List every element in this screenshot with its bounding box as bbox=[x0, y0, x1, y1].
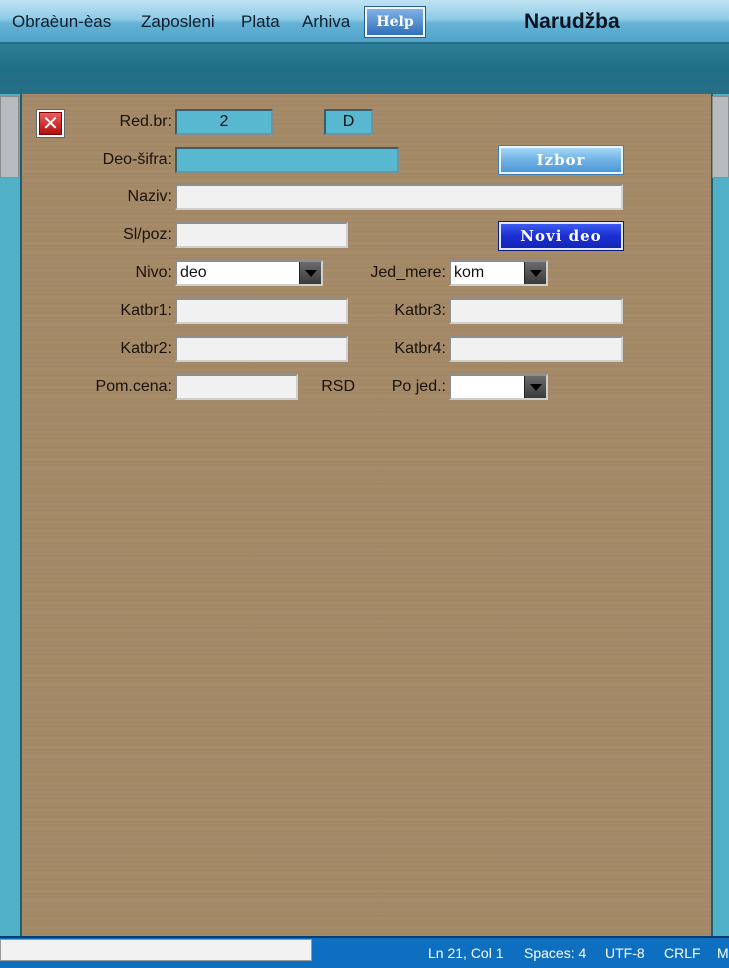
nivo-select-value: deo bbox=[180, 264, 207, 281]
naziv-label: Naziv: bbox=[127, 188, 172, 205]
menu-obracun[interactable]: Obraèun-èas bbox=[12, 12, 111, 32]
window-title: Narudžba bbox=[524, 10, 620, 33]
katbr2-label: Katbr2: bbox=[120, 340, 172, 357]
help-button[interactable]: Help bbox=[365, 7, 425, 37]
katbr1-label: Katbr1: bbox=[120, 302, 172, 319]
pom-cena-label: Pom.cena: bbox=[95, 378, 172, 395]
menu-bar: Obraèun-èas Zaposleni Plata Arhiva Help … bbox=[0, 0, 729, 43]
chevron-down-icon[interactable] bbox=[299, 262, 321, 284]
right-scrollbar-thumb[interactable] bbox=[712, 96, 729, 178]
deo-sifra-label: Deo-šifra: bbox=[102, 151, 172, 168]
naziv-field[interactable] bbox=[175, 184, 623, 210]
menu-arhiva[interactable]: Arhiva bbox=[302, 12, 350, 32]
scrollbar-edge bbox=[711, 94, 713, 936]
nivo-label: Nivo: bbox=[135, 264, 172, 281]
status-bar: Ln 21, Col 1 Spaces: 4 UTF-8 CRLF M bbox=[0, 936, 729, 968]
katbr3-field[interactable] bbox=[449, 298, 623, 324]
status-input[interactable] bbox=[0, 939, 312, 961]
nivo-select[interactable]: deo bbox=[175, 260, 323, 286]
po-jed-label: Po jed.: bbox=[391, 378, 446, 395]
status-language-mode[interactable]: M bbox=[717, 945, 729, 961]
left-scrollbar[interactable] bbox=[0, 94, 22, 936]
status-encoding[interactable]: UTF-8 bbox=[605, 945, 645, 961]
right-scrollbar[interactable] bbox=[711, 94, 729, 936]
red-br-field[interactable]: 2 bbox=[175, 109, 273, 135]
status-cursor-position[interactable]: Ln 21, Col 1 bbox=[428, 945, 504, 961]
sl-poz-label: Sl/poz: bbox=[123, 226, 172, 243]
chevron-down-icon[interactable] bbox=[524, 262, 546, 284]
katbr4-label: Katbr4: bbox=[394, 340, 446, 357]
katbr3-label: Katbr3: bbox=[394, 302, 446, 319]
katbr2-field[interactable] bbox=[175, 336, 348, 362]
novi-deo-button[interactable]: Novi deo bbox=[499, 222, 623, 250]
d-field[interactable]: D bbox=[324, 109, 373, 135]
menu-plata[interactable]: Plata bbox=[241, 12, 280, 32]
jed-mere-select-value: kom bbox=[454, 264, 485, 281]
status-indentation[interactable]: Spaces: 4 bbox=[524, 945, 586, 961]
pom-cena-field[interactable] bbox=[175, 374, 298, 400]
katbr4-field[interactable] bbox=[449, 336, 623, 362]
sl-poz-field[interactable] bbox=[175, 222, 348, 248]
red-br-label: Red.br: bbox=[119, 113, 172, 130]
status-line-ending[interactable]: CRLF bbox=[664, 945, 701, 961]
currency-label: RSD bbox=[321, 378, 355, 395]
izbor-button[interactable]: Izbor bbox=[499, 146, 623, 174]
toolbar-band bbox=[0, 44, 729, 94]
deo-sifra-field[interactable] bbox=[175, 147, 399, 173]
jed-mere-label: Jed_mere: bbox=[370, 264, 446, 281]
katbr1-field[interactable] bbox=[175, 298, 348, 324]
order-form-panel bbox=[22, 94, 711, 936]
jed-mere-select[interactable]: kom bbox=[449, 260, 548, 286]
chevron-down-icon[interactable] bbox=[524, 376, 546, 398]
close-button[interactable]: ✕ bbox=[36, 109, 65, 138]
po-jed-select[interactable] bbox=[449, 374, 548, 400]
close-icon: ✕ bbox=[39, 112, 62, 135]
menu-zaposleni[interactable]: Zaposleni bbox=[141, 12, 215, 32]
left-scrollbar-thumb[interactable] bbox=[0, 96, 19, 178]
